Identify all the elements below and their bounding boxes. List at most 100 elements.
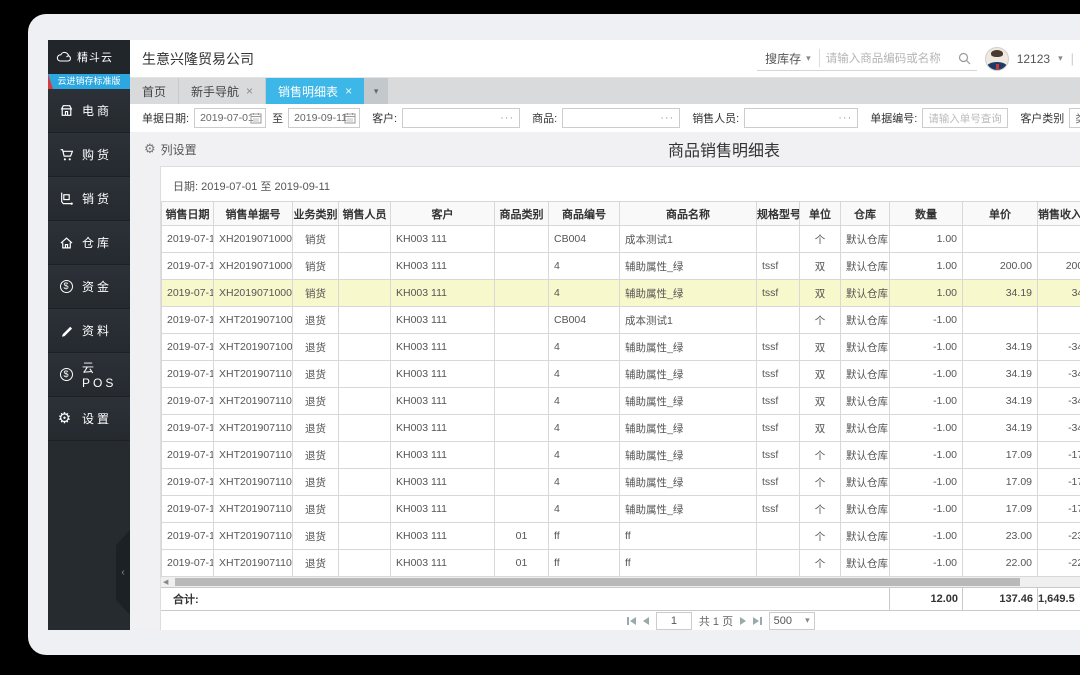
table-cell: XHT20190711002 (213, 387, 293, 415)
tab-首页[interactable]: 首页 (130, 78, 180, 104)
table-cell: 34.19 (962, 414, 1038, 442)
totals-row: 合计: 12.00 137.46 1,649.5 (161, 587, 1080, 611)
gear-icon: ⚙ (144, 141, 156, 156)
gear-icon: ⚙ (57, 410, 75, 427)
header-divider: | (1070, 51, 1074, 66)
table-cell: tssf (756, 414, 800, 442)
table-cell: 成本测试1 (619, 225, 757, 253)
table-row[interactable]: 2019-07-10XH20190710001销货 KH003 111 CB004成… (161, 225, 1080, 253)
calendar-icon[interactable] (344, 112, 356, 127)
salesperson-picker-input[interactable]: ··· (744, 108, 859, 128)
page-size-select[interactable]: 500 ▾ (768, 611, 815, 630)
first-page-button[interactable] (627, 616, 636, 625)
user-id[interactable]: 12123 (1017, 52, 1050, 66)
horizontal-scrollbar[interactable]: ◀ (161, 577, 1080, 587)
table-cell: -1.00 (889, 360, 963, 388)
next-page-button[interactable] (740, 616, 747, 625)
table-row[interactable]: 2019-07-11XHT20190711004退货 KH003 111 4辅助属性… (161, 441, 1080, 469)
customer-type-select[interactable]: 类别 ▾ (1069, 108, 1080, 128)
table-row[interactable]: 2019-07-11XHT20190711002退货 KH003 111 4辅助属性… (161, 387, 1080, 415)
table-cell: 个 (799, 225, 841, 253)
picker-dots-icon[interactable]: ··· (660, 112, 674, 124)
sidebar-item-label: 云POS (82, 361, 117, 390)
table-cell: 4 (548, 387, 620, 415)
chevron-down-icon[interactable]: ▾ (1058, 53, 1063, 64)
page-number-input[interactable]: 1 (655, 611, 692, 630)
table-row[interactable]: 2019-07-10XH20190710004销货 KH003 111 4辅助属性_… (161, 279, 1080, 307)
column-header: 销售收入 (1037, 201, 1080, 226)
search-icon[interactable] (958, 52, 977, 65)
docno-input[interactable]: 请输入单号查询 (922, 108, 1009, 128)
table-cell: XHT20190711008 (213, 549, 293, 577)
table-cell: 个 (799, 468, 841, 496)
date-to-value: 2019-09-11 (294, 112, 347, 124)
tab-新手导航[interactable]: 新手导航 × (179, 78, 267, 104)
table-row[interactable]: 2019-07-11XHT20190711001退货 KH003 111 4辅助属性… (161, 360, 1080, 388)
table-cell: 辅助属性_绿 (619, 414, 757, 442)
user-avatar[interactable] (984, 46, 1009, 71)
sidebar-collapse-handle[interactable]: ‹ (116, 530, 130, 615)
table-row[interactable]: 2019-07-10XHT20190710001退货 KH003 111 CB004… (161, 306, 1080, 334)
customer-picker-input[interactable]: ··· (402, 108, 521, 128)
table-cell: 销货 (292, 252, 339, 280)
sidebar-item-云POS[interactable]: $ 云POS (48, 353, 130, 397)
table-row[interactable]: 2019-07-11XHT20190711003退货 KH003 111 4辅助属性… (161, 414, 1080, 442)
table-cell: tssf (756, 252, 800, 280)
scroll-left-icon[interactable]: ◀ (163, 578, 168, 586)
close-icon[interactable]: × (345, 85, 352, 97)
table-cell: 退货 (292, 387, 339, 415)
table-cell: -34.1 (1037, 333, 1080, 361)
table-cell: 1.00 (889, 252, 963, 280)
company-name: 生意兴隆贸易公司 (142, 50, 254, 67)
sidebar-item-label: 购货 (82, 148, 113, 162)
sidebar-item-销货[interactable]: 销货 (48, 177, 130, 221)
table-cell: 4 (548, 279, 620, 307)
table-cell: 默认仓库 (840, 225, 890, 253)
date-from-input[interactable]: 2019-07-01 (194, 108, 267, 128)
table-row[interactable]: 2019-07-10XH20190710003销货 KH003 111 4辅助属性_… (161, 252, 1080, 280)
table-cell: 个 (799, 549, 841, 577)
table-row[interactable]: 2019-07-11XHT20190711008退货KH003 11101fff… (161, 549, 1080, 577)
search-scope-dropdown[interactable]: 搜库存 ▾ (757, 49, 820, 67)
table-cell: 01 (494, 522, 549, 550)
sidebar: 精斗云 云进销存标准版 电商 购货 销货 仓库 $ 资金 资料 $ 云POS ⚙ 设置 ‹ (48, 40, 130, 630)
table-cell: -34.1 (1037, 414, 1080, 442)
picker-dots-icon[interactable]: ··· (838, 112, 852, 124)
sidebar-item-资金[interactable]: $ 资金 (48, 265, 130, 309)
date-from-value: 2019-07-01 (200, 112, 254, 124)
sidebar-item-资料[interactable]: 资料 (48, 309, 130, 353)
search-input[interactable]: 请输入商品编码或名称 (820, 50, 958, 66)
table-cell: XH20190710001 (213, 225, 293, 253)
picker-dots-icon[interactable]: ··· (500, 112, 514, 124)
table-cell: 4 (548, 360, 620, 388)
close-icon[interactable]: × (246, 85, 253, 97)
calendar-icon[interactable] (250, 112, 262, 127)
date-to-input[interactable]: 2019-09-11 (288, 108, 361, 128)
column-settings-button[interactable]: 列设置 (161, 141, 197, 158)
table-cell: tssf (756, 279, 800, 307)
table-cell: 个 (799, 306, 841, 334)
table-cell: 辅助属性_绿 (619, 387, 757, 415)
prev-page-button[interactable] (642, 616, 649, 625)
tab-overflow-button[interactable]: ▾ (364, 78, 389, 104)
last-page-button[interactable] (753, 616, 762, 625)
table-row[interactable]: 2019-07-11XHT20190711007退货KH003 11101fff… (161, 522, 1080, 550)
table-cell: XHT20190711007 (213, 522, 293, 550)
table-cell: 4 (548, 333, 620, 361)
table-cell: 01 (494, 549, 549, 577)
sidebar-item-仓库[interactable]: 仓库 (48, 221, 130, 265)
table-row[interactable]: 2019-07-10XHT20190710002退货 KH003 111 4辅助属性… (161, 333, 1080, 361)
sidebar-item-电商[interactable]: 电商 (48, 89, 130, 133)
sidebar-item-购货[interactable]: 购货 (48, 133, 130, 177)
scrollbar-thumb[interactable] (175, 578, 1020, 586)
table-row[interactable]: 2019-07-11XHT20190711006退货 KH003 111 4辅助属性… (161, 495, 1080, 523)
table-cell: 退货 (292, 549, 339, 577)
tab-销售明细表[interactable]: 销售明细表 × (266, 78, 365, 104)
sidebar-item-设置[interactable]: ⚙ 设置 (48, 397, 130, 441)
table-cell: -17.0 (1037, 468, 1080, 496)
table-cell (338, 441, 391, 469)
totals-income: 1,649.5 (1037, 588, 1080, 610)
table-row[interactable]: 2019-07-11XHT20190711005退货 KH003 111 4辅助属性… (161, 468, 1080, 496)
table-cell: 2019-07-11 (161, 387, 214, 415)
product-picker-input[interactable]: ··· (562, 108, 681, 128)
